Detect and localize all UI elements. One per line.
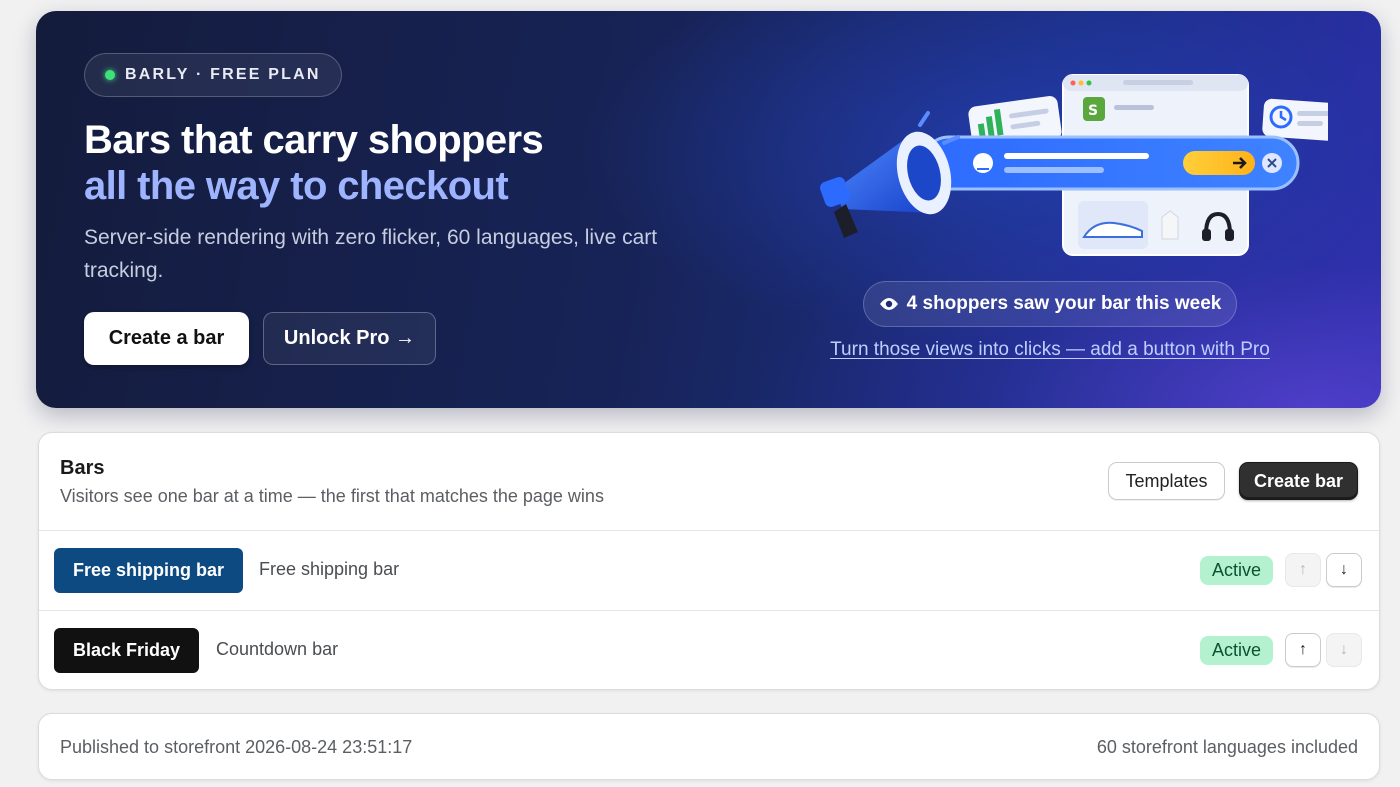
bar-type-label: Countdown bar [216,639,339,659]
bar-name-chip[interactable]: Black Friday [54,628,200,673]
move-up-button[interactable]: ↑ [1285,633,1321,667]
svg-text:S: S [1088,103,1098,119]
megaphone-icon [820,111,960,238]
plan-badge: BARLY · FREE PLAN [84,53,342,97]
status-badge: Active [1199,556,1273,585]
create-bar-button[interactable]: Create bar [1239,462,1358,500]
bars-card: Bars Visitors see one bar at a time — th… [38,432,1380,690]
hero-title-line2: all the way to checkout [84,164,509,208]
move-up-button[interactable]: ↑ [1285,553,1321,587]
hero-title-line1: Bars that carry shoppers [84,118,544,162]
weekly-views-label: 4 shoppers saw your bar this week [906,293,1222,314]
move-down-button[interactable]: ↓ [1326,633,1362,667]
hero-title: Bars that carry shoppers all the way to … [84,117,544,209]
eye-icon [879,298,898,310]
hero-banner: BARLY · FREE PLAN Bars that carry shoppe… [36,11,1381,408]
languages-included: 60 storefront languages included [1096,737,1358,757]
status-badge: Active [1199,636,1273,665]
bar-type-label: Free shipping bar [259,559,400,579]
hero-subtitle: Server-side rendering with zero flicker,… [84,226,658,282]
plan-badge-label: BARLY · FREE PLAN [125,66,321,83]
weekly-views-pill: 4 shoppers saw your bar this week [863,281,1237,327]
publish-status-card: Published to storefront 2026-08-24 23:51… [38,713,1380,780]
bar-row-free-shipping[interactable]: Free shipping bar Free shipping bar Acti… [39,531,1379,611]
bars-card-header: Bars Visitors see one bar at a time — th… [39,433,1379,531]
status-dot-icon [105,70,115,80]
announcement-bar-icon [921,135,1300,191]
bars-description: Visitors see one bar at a time — the fir… [60,486,604,506]
upsell-pro-link[interactable]: Turn those views into clicks — add a but… [830,339,1270,361]
templates-button[interactable]: Templates [1108,462,1225,500]
bar-row-black-friday[interactable]: Black Friday Countdown bar Active ↑ ↓ [39,611,1379,691]
create-a-bar-button[interactable]: Create a bar [84,312,249,365]
unlock-pro-button[interactable]: Unlock Pro → [263,312,436,365]
published-timestamp: Published to storefront 2026-08-24 23:51… [60,737,413,757]
megaphone-storefront-illustration: S [820,74,1328,256]
bar-name-chip[interactable]: Free shipping bar [54,548,244,593]
move-down-button[interactable]: ↓ [1326,553,1362,587]
bars-title: Bars [60,457,105,479]
